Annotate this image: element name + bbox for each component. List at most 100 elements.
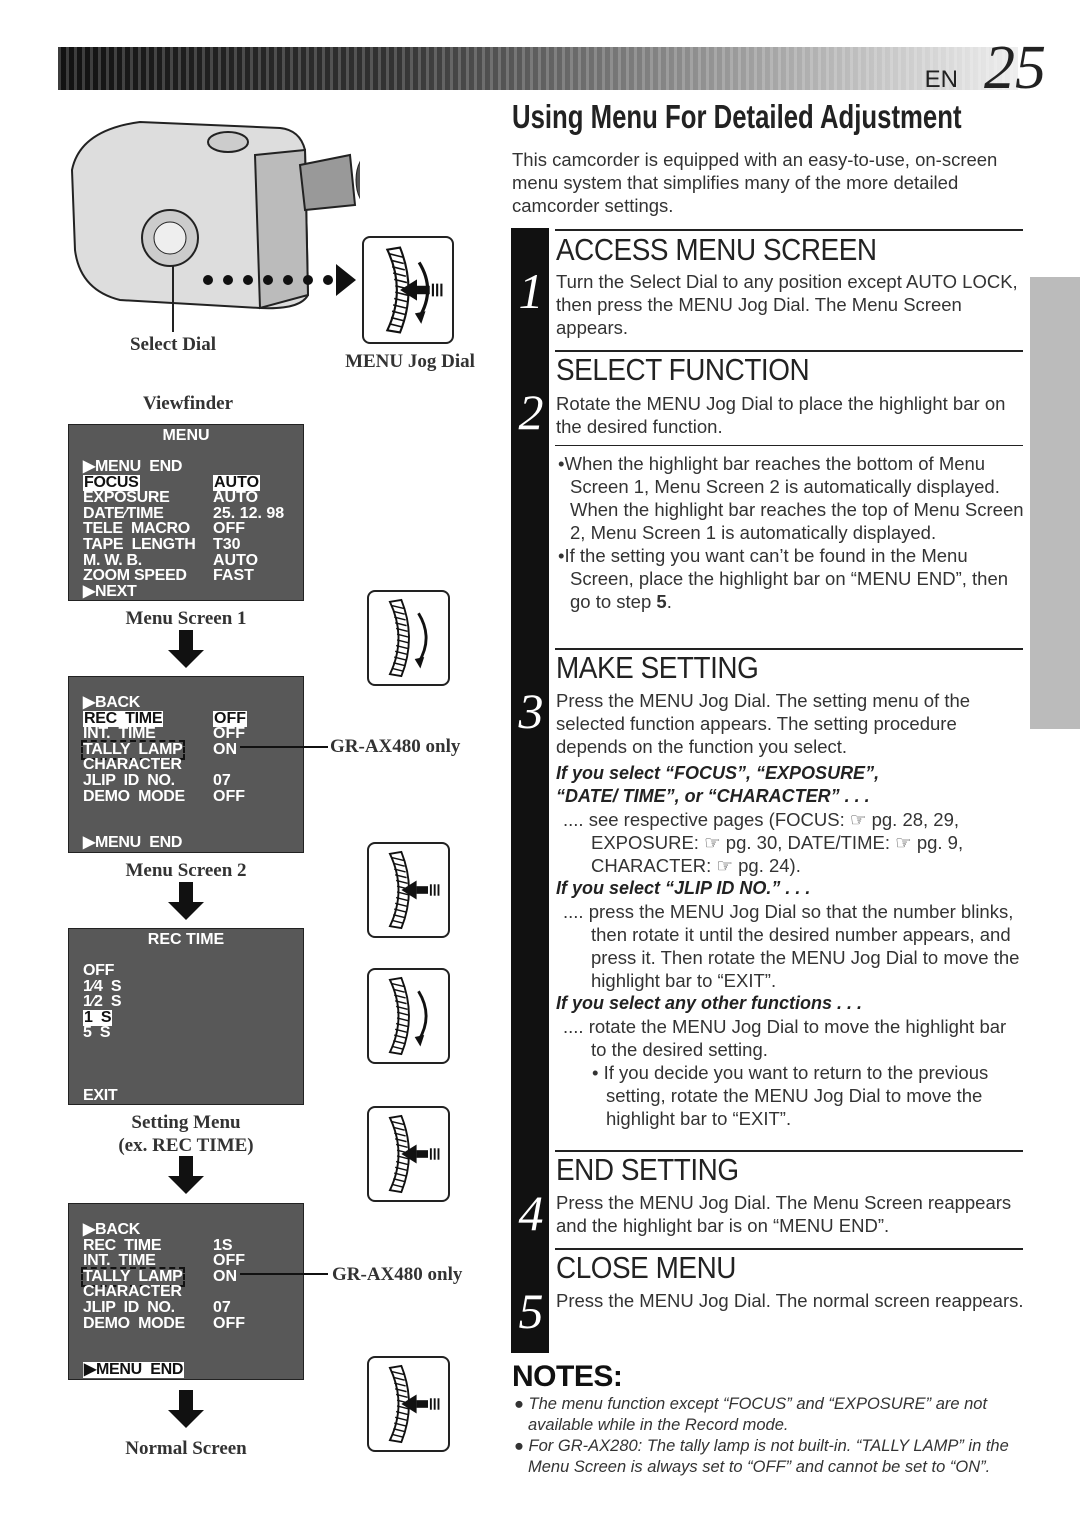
- note-item: ● The menu function except “FOCUS” and “…: [514, 1395, 988, 1434]
- down-arrow-icon: [168, 630, 204, 668]
- menu-item: INT. TIME: [83, 1252, 156, 1270]
- header-bar: [58, 47, 1018, 90]
- menu-item-value: ON: [213, 740, 237, 758]
- step-number: 3: [518, 683, 544, 739]
- menu-item-value: ON: [213, 1267, 237, 1285]
- down-arrow-icon: [168, 1156, 204, 1194]
- menu-item: 5 S: [83, 1024, 111, 1042]
- step-heading: CLOSE MENU: [556, 1250, 736, 1285]
- step-body: Rotate the MENU Jog Dial to place the hi…: [556, 393, 1006, 437]
- menu-screen-1: MENU ▶MENU END FOCUS AUTO EXPOSURE AUTO DATE⁄T…: [68, 424, 304, 601]
- menu-item-value: AUTO: [213, 489, 259, 507]
- menu-item: CHARACTER: [83, 1283, 182, 1301]
- menu-item-value: T30: [213, 536, 241, 553]
- menu-item: EXPOSURE: [83, 489, 170, 507]
- bullet-item: •When the highlight bar reaches the bott…: [558, 453, 1024, 543]
- select-dial-label: Select Dial: [129, 334, 216, 355]
- menu-item-value: OFF: [213, 1252, 245, 1270]
- menu-item: 1 S: [83, 1008, 113, 1026]
- callout-line: [240, 1273, 328, 1275]
- menu-item: EXIT: [83, 1086, 118, 1104]
- menu-item-value: AUTO: [213, 551, 259, 569]
- menu-item: DATE⁄TIME: [83, 504, 164, 522]
- gr-ax480-only-label: GR-AX480 only: [330, 736, 461, 757]
- sub-heading: If you select “FOCUS”, “EXPOSURE”, “DATE…: [556, 763, 880, 806]
- sub-body: .... press the MENU Jog Dial so that the…: [563, 901, 1020, 991]
- callout-line: [240, 746, 328, 748]
- menu-item: FOCUS: [83, 473, 140, 491]
- menu-item-value: OFF: [213, 1314, 245, 1332]
- language-label: EN: [924, 66, 958, 93]
- menu-item: ▶NEXT: [83, 582, 137, 600]
- step-number: 5: [518, 1283, 544, 1339]
- page-number: 25: [984, 34, 1046, 102]
- setting-menu-example-label: (ex. REC TIME): [118, 1135, 254, 1156]
- jog-dial-press-icon: [367, 1356, 450, 1452]
- step-heading: MAKE SETTING: [556, 650, 759, 685]
- down-arrow-icon: [168, 882, 204, 920]
- jog-dial-press-icon: [367, 1106, 450, 1202]
- step-heading: END SETTING: [556, 1152, 739, 1187]
- menu-item: REC TIME: [83, 709, 164, 727]
- menu-item-value: OFF: [213, 709, 247, 727]
- menu-item: ZOOM SPEED: [83, 567, 187, 585]
- menu-item-value: 07: [213, 772, 231, 789]
- jog-dial-press-icon: [367, 842, 450, 938]
- menu-item-value: 25. 12. 98: [213, 504, 285, 522]
- menu-item: DEMO MODE: [83, 1314, 185, 1332]
- notes-section: NOTES: ● The menu function except “FOCUS…: [512, 1360, 1022, 1478]
- step-3-subsections: If you select “FOCUS”, “EXPOSURE”, “DATE…: [556, 762, 1026, 1130]
- menu-item: INT. TIME: [83, 725, 156, 743]
- menu-item: TAPE LENGTH: [83, 536, 196, 553]
- step-body: Turn the Select Dial to any position exc…: [556, 271, 1018, 338]
- bullet-text: •If the setting you want can’t be found …: [558, 545, 1009, 612]
- menu-item: TELE MACRO: [83, 520, 190, 538]
- menu-item: JLIP ID NO.: [83, 1299, 175, 1316]
- menu-item: ▶MENU END: [83, 1361, 185, 1379]
- menu-title: REC TIME: [147, 931, 225, 948]
- menu-item-value: OFF: [213, 520, 245, 538]
- menu-screen-2-label: Menu Screen 2: [125, 860, 247, 881]
- step-body: Press the MENU Jog Dial. The normal scre…: [556, 1290, 1024, 1311]
- menu-item: ▶MENU END: [83, 458, 183, 475]
- menu-jog-dial-label: MENU Jog Dial: [345, 351, 475, 372]
- page-title: Using Menu For Detailed Adjustment: [512, 98, 962, 135]
- menu-screen-1-label: Menu Screen 1: [125, 608, 247, 629]
- sub-body: .... see respective pages (FOCUS: ☞ pg. …: [563, 809, 964, 876]
- menu-screen-2: ▶BACK REC TIME OFF INT. TIME OFF TALLY LAMP ON…: [68, 676, 304, 853]
- menu-item: CHARACTER: [83, 756, 182, 774]
- menu-item: ▶BACK: [83, 1221, 141, 1238]
- menu-item: ▶BACK: [83, 694, 141, 711]
- menu-item-value: FAST: [213, 567, 254, 585]
- step-number: 2: [518, 384, 544, 440]
- menu-item: M. W. B.: [83, 551, 142, 569]
- normal-screen-label: Normal Screen: [125, 1438, 247, 1459]
- menu-item-value: OFF: [213, 787, 245, 805]
- step-body: Press the MENU Jog Dial. The setting men…: [556, 690, 971, 757]
- menu-item: DEMO MODE: [83, 787, 185, 805]
- camcorder-illustration: [70, 120, 360, 332]
- note-item: ● For GR-AX280: The tally lamp is not bu…: [514, 1437, 1009, 1476]
- menu-item-value: AUTO: [213, 473, 261, 491]
- notes-heading: NOTES:: [512, 1360, 623, 1393]
- setting-menu-screen: REC TIME OFF 1⁄4 S 1⁄2 S1 S5 S EXIT: [68, 928, 304, 1105]
- bullet-item: •If the setting you want can’t be found …: [556, 544, 1026, 613]
- step-number: 4: [518, 1185, 544, 1241]
- step-2-bullets: •When the highlight bar reaches the bott…: [556, 452, 1026, 613]
- setting-menu-label: Setting Menu: [131, 1112, 241, 1133]
- jog-dial-rotate-icon: [367, 968, 450, 1064]
- menu-item: JLIP ID NO.: [83, 772, 175, 789]
- viewfinder-label: Viewfinder: [142, 393, 234, 414]
- menu-item: 1⁄2 S: [83, 993, 122, 1011]
- jog-dial-rotate-icon: [367, 590, 450, 686]
- step-body: Press the MENU Jog Dial. The Menu Screen…: [556, 1192, 1012, 1236]
- sub-heading: If you select “JLIP ID NO.” . . .: [556, 878, 811, 898]
- step-ref: 5: [656, 591, 667, 612]
- side-tab: [1030, 277, 1080, 729]
- manual-page: EN 25 Using Menu For Detailed Adjustment…: [0, 0, 1080, 1533]
- menu-item: REC TIME: [83, 1236, 162, 1254]
- menu-item: TALLY LAMP: [81, 739, 185, 760]
- menu-item-value: 07: [213, 1299, 231, 1316]
- menu-item-value: OFF: [213, 725, 245, 743]
- sub-heading: If you select any other functions . . .: [556, 993, 863, 1013]
